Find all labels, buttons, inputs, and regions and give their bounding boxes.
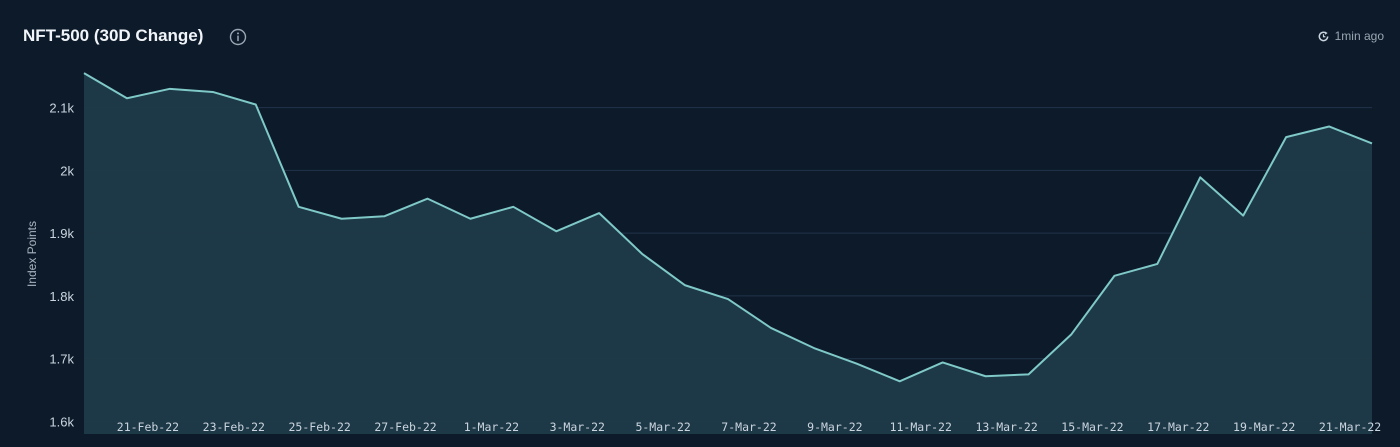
x-tick-label: 21-Feb-22 bbox=[117, 420, 179, 434]
x-tick-label: 7-Mar-22 bbox=[721, 420, 776, 434]
chart-plot: 1.6k 1.7k 1.8k 1.9k 2k 2.1k 21-Feb-22 23-Feb-22… bbox=[49, 72, 1381, 434]
y-tick-label: 1.6k bbox=[49, 414, 74, 429]
x-tick-label: 15-Mar-22 bbox=[1061, 420, 1123, 434]
x-tick-label: 13-Mar-22 bbox=[975, 420, 1037, 434]
chart-card: NFT-500 (30D Change) 1min ago Index Poin… bbox=[0, 0, 1400, 447]
x-tick-label: 27-Feb-22 bbox=[374, 420, 436, 434]
x-tick-label: 9-Mar-22 bbox=[807, 420, 862, 434]
x-tick-label: 1-Mar-22 bbox=[464, 420, 519, 434]
x-tick-label: 25-Feb-22 bbox=[289, 420, 351, 434]
area-fill bbox=[84, 73, 1372, 434]
x-tick-label: 23-Feb-22 bbox=[203, 420, 265, 434]
y-tick-label: 2k bbox=[60, 163, 74, 178]
x-tick-label: 11-Mar-22 bbox=[890, 420, 952, 434]
y-tick-label: 1.9k bbox=[49, 226, 74, 241]
x-tick-label: 19-Mar-22 bbox=[1233, 420, 1295, 434]
x-tick-label: 17-Mar-22 bbox=[1147, 420, 1209, 434]
y-tick-label: 1.7k bbox=[49, 352, 74, 367]
x-tick-label: 21-Mar-22 bbox=[1319, 420, 1381, 434]
y-tick-label: 1.8k bbox=[49, 289, 74, 304]
x-tick-label: 5-Mar-22 bbox=[635, 420, 690, 434]
y-tick-label: 2.1k bbox=[49, 101, 74, 116]
x-tick-label: 3-Mar-22 bbox=[550, 420, 605, 434]
